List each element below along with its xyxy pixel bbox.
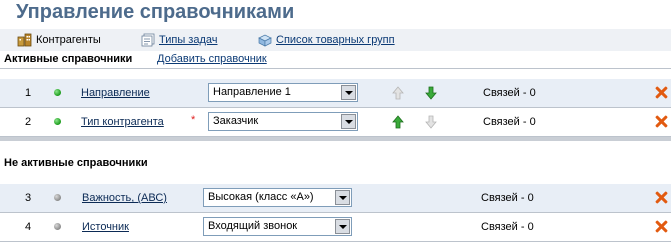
toolbar: Контрагенты Типы задач Список товарных г… bbox=[0, 29, 671, 51]
select-value: Заказчик bbox=[213, 115, 259, 127]
building-icon bbox=[17, 33, 33, 47]
links-count: Связей - 0 bbox=[481, 221, 534, 233]
row-number: 4 bbox=[25, 221, 32, 233]
status-active-icon bbox=[54, 89, 61, 96]
select-value: Направление 1 bbox=[213, 86, 291, 98]
directory-name-link[interactable]: Тип контрагента bbox=[81, 116, 164, 128]
table-row: 3 Важность, (АВС) Высокая (класс «А») Св… bbox=[0, 184, 671, 213]
add-directory-link[interactable]: Добавить справочник bbox=[157, 53, 267, 65]
row-number: 3 bbox=[25, 192, 32, 204]
links-count: Связей - 0 bbox=[483, 116, 536, 128]
delete-icon[interactable] bbox=[655, 86, 668, 99]
directory-name-link[interactable]: Направление bbox=[81, 87, 150, 99]
chevron-down-icon[interactable] bbox=[335, 219, 350, 234]
move-down-icon[interactable] bbox=[425, 86, 437, 100]
value-select[interactable]: Высокая (класс «А») bbox=[203, 188, 352, 207]
toolbar-item-label: Типы задач bbox=[159, 34, 218, 46]
status-active-icon bbox=[54, 118, 61, 125]
required-marker: * bbox=[191, 114, 196, 126]
toolbar-item-product-groups[interactable]: Список товарных групп bbox=[257, 33, 395, 47]
row-number: 1 bbox=[25, 87, 32, 99]
value-select[interactable]: Входящий звонок bbox=[203, 217, 352, 236]
directory-name-link[interactable]: Источник bbox=[82, 221, 129, 233]
inactive-section-title: Не активные справочники bbox=[4, 157, 148, 169]
chevron-down-icon[interactable] bbox=[341, 114, 356, 129]
delete-icon[interactable] bbox=[655, 191, 668, 204]
value-select[interactable]: Направление 1 bbox=[208, 83, 358, 102]
select-value: Высокая (класс «А») bbox=[208, 191, 314, 203]
toolbar-item-label: Контрагенты bbox=[36, 34, 101, 46]
delete-icon[interactable] bbox=[655, 115, 668, 128]
title-bar: Управление справочниками bbox=[0, 0, 671, 29]
move-up-icon[interactable] bbox=[392, 115, 404, 129]
toolbar-item-task-types[interactable]: Типы задач bbox=[140, 33, 218, 47]
active-section-title: Активные справочники bbox=[4, 53, 133, 65]
toolbar-item-counterparties[interactable]: Контрагенты bbox=[17, 33, 101, 47]
move-up-disabled-icon bbox=[392, 86, 404, 100]
status-inactive-icon bbox=[54, 194, 61, 201]
chevron-down-icon[interactable] bbox=[335, 190, 350, 205]
links-count: Связей - 0 bbox=[481, 192, 534, 204]
value-select[interactable]: Заказчик bbox=[208, 112, 358, 131]
select-value: Входящий звонок bbox=[208, 220, 298, 232]
toolbar-item-label: Список товарных групп bbox=[276, 34, 395, 46]
active-section-header: Активные справочники Добавить справочник bbox=[0, 51, 671, 69]
status-inactive-icon bbox=[54, 223, 61, 230]
section-divider bbox=[0, 137, 671, 141]
table-row: 1 Направление Направление 1 Связей - 0 bbox=[0, 79, 671, 108]
table-row: 2 Тип контрагента * Заказчик Связей - 0 bbox=[0, 108, 671, 137]
table-row: 4 Источник Входящий звонок Связей - 0 bbox=[0, 213, 671, 242]
links-count: Связей - 0 bbox=[483, 87, 536, 99]
move-down-disabled-icon bbox=[425, 115, 437, 129]
directory-name-link[interactable]: Важность, (АВС) bbox=[82, 192, 167, 204]
chevron-down-icon[interactable] bbox=[341, 85, 356, 100]
tasks-icon bbox=[140, 33, 156, 47]
delete-icon[interactable] bbox=[655, 220, 668, 233]
row-number: 2 bbox=[25, 116, 32, 128]
page-title: Управление справочниками bbox=[16, 1, 295, 23]
boxes-icon bbox=[257, 33, 273, 47]
